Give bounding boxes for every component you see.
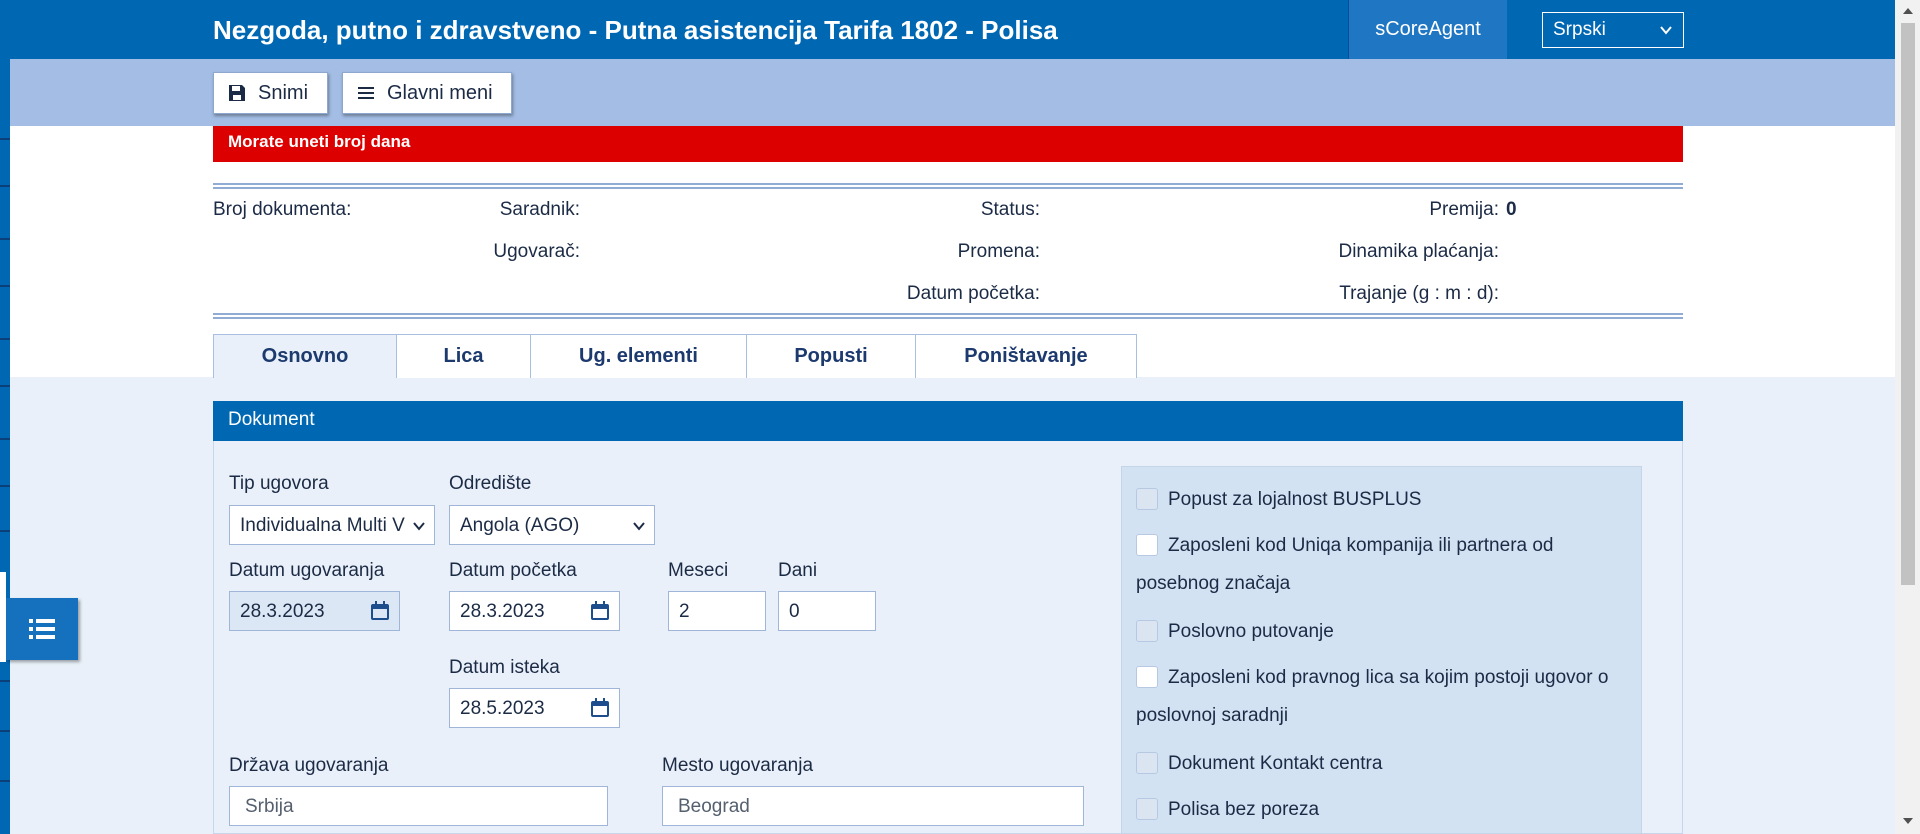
contract-type-value: Individualna Multi V xyxy=(240,515,405,536)
top-bar: Nezgoda, putno i zdravstveno - Putna asi… xyxy=(10,0,1895,59)
start-date-field[interactable]: 28.3.2023 xyxy=(449,591,620,631)
agent-button[interactable]: sCoreAgent xyxy=(1348,0,1507,59)
chevron-down-icon xyxy=(412,519,426,533)
strip-tick xyxy=(0,680,10,682)
strip-tick xyxy=(0,485,10,487)
language-select-value: Srpski xyxy=(1553,19,1606,40)
contract-country-input[interactable]: Srbija xyxy=(229,786,608,826)
contract-place-label: Mesto ugovaranja xyxy=(662,755,814,776)
option-label: Popust za lojalnost BUSPLUS xyxy=(1168,489,1422,510)
strip-tick xyxy=(0,285,10,287)
error-alert: Morate uneti broj dana xyxy=(213,126,1683,162)
main-menu-label: Glavni meni xyxy=(387,81,493,104)
destination-select[interactable]: Angola (AGO) xyxy=(449,505,655,545)
contract-type-select[interactable]: Individualna Multi V xyxy=(229,505,435,545)
strip-tick xyxy=(0,185,10,187)
associate-label: Saradnik: xyxy=(499,199,580,220)
calendar-icon[interactable] xyxy=(589,697,611,719)
option-label: Polisa bez poreza xyxy=(1168,799,1320,820)
expiry-date-value: 28.5.2023 xyxy=(460,698,545,719)
expiry-date-field[interactable]: 28.5.2023 xyxy=(449,688,620,728)
start-date-label: Datum početka xyxy=(449,560,577,581)
premium-value: 0 xyxy=(1506,199,1517,220)
days-input[interactable]: 0 xyxy=(778,591,876,631)
change-label: Promena: xyxy=(957,241,1040,262)
contract-date-value: 28.3.2023 xyxy=(240,601,325,622)
checkbox-no-tax[interactable] xyxy=(1136,798,1158,820)
strip-tick xyxy=(0,780,10,782)
strip-tick xyxy=(0,338,10,340)
divider xyxy=(213,313,1683,319)
days-label: Dani xyxy=(778,560,818,581)
months-label: Meseci xyxy=(668,560,729,581)
contract-place-input[interactable]: Beograd xyxy=(662,786,1084,826)
checkbox-business-trip[interactable] xyxy=(1136,620,1158,642)
save-button[interactable]: Snimi xyxy=(213,72,328,114)
chevron-down-icon xyxy=(633,522,645,531)
left-edge-strip xyxy=(0,0,10,834)
hamburger-icon xyxy=(358,87,374,99)
calendar-icon[interactable] xyxy=(589,600,611,622)
strip-tick xyxy=(0,385,10,387)
side-menu-button[interactable] xyxy=(6,598,78,660)
action-toolbar: Snimi Glavni meni xyxy=(10,59,1895,126)
option-label: Zaposleni kod Uniqa kompanija ili partne… xyxy=(1136,535,1554,594)
strip-tick xyxy=(0,730,10,732)
contract-date-field: 28.3.2023 xyxy=(229,591,400,631)
checkbox-contact-center[interactable] xyxy=(1136,752,1158,774)
premium-label: Premija: xyxy=(1429,199,1499,220)
months-input[interactable]: 2 xyxy=(668,591,766,631)
save-button-label: Snimi xyxy=(258,81,309,104)
calendar-icon xyxy=(371,601,389,620)
contract-type-label: Tip ugovora xyxy=(229,473,329,494)
start-date-value: 28.3.2023 xyxy=(460,601,545,622)
contract-date-label: Datum ugovaranja xyxy=(229,560,385,581)
option-label: Zaposleni kod pravnog lica sa kojim post… xyxy=(1136,667,1609,726)
contract-country-label: Država ugovaranja xyxy=(229,755,389,776)
page-title: Nezgoda, putno i zdravstveno - Putna asi… xyxy=(213,15,1058,45)
payment-dynamics-label: Dinamika plaćanja: xyxy=(1338,241,1499,262)
option-label: Dokument Kontakt centra xyxy=(1168,753,1383,774)
strip-tick xyxy=(0,530,10,532)
main-menu-button[interactable]: Glavni meni xyxy=(342,72,512,114)
divider xyxy=(213,183,1683,189)
duration-label: Trajanje (g : m : d): xyxy=(1339,283,1499,304)
scroll-up-icon[interactable] xyxy=(1901,5,1915,17)
list-icon xyxy=(29,619,55,639)
document-section-title: Dokument xyxy=(213,401,1683,441)
contractor-label: Ugovarač: xyxy=(493,241,580,262)
scroll-down-icon[interactable] xyxy=(1901,815,1915,827)
language-select[interactable]: Srpski xyxy=(1542,12,1684,48)
strip-tick xyxy=(0,238,10,240)
option-label: Poslovno putovanje xyxy=(1168,621,1334,642)
expiry-date-label: Datum isteka xyxy=(449,657,560,678)
chevron-down-icon xyxy=(1660,26,1672,35)
tab-ug-elementi[interactable]: Ug. elementi xyxy=(530,334,747,378)
tab-lica[interactable]: Lica xyxy=(396,334,531,378)
start-date-summary-label: Datum početka: xyxy=(906,283,1040,304)
destination-label: Odredište xyxy=(449,473,532,494)
strip-tick xyxy=(0,438,10,440)
tab-osnovno[interactable]: Osnovno xyxy=(213,334,397,378)
destination-value: Angola (AGO) xyxy=(460,515,580,536)
tab-ponistavanje[interactable]: Poništavanje xyxy=(915,334,1137,378)
tab-popusti[interactable]: Popusti xyxy=(746,334,916,378)
floppy-disk-icon xyxy=(229,85,245,101)
checkbox-busplus-loyalty[interactable] xyxy=(1136,488,1158,510)
document-number-label: Broj dokumenta: xyxy=(213,199,352,220)
scrollbar-thumb[interactable] xyxy=(1901,23,1915,585)
status-label: Status: xyxy=(980,199,1040,220)
strip-tick xyxy=(0,138,10,140)
